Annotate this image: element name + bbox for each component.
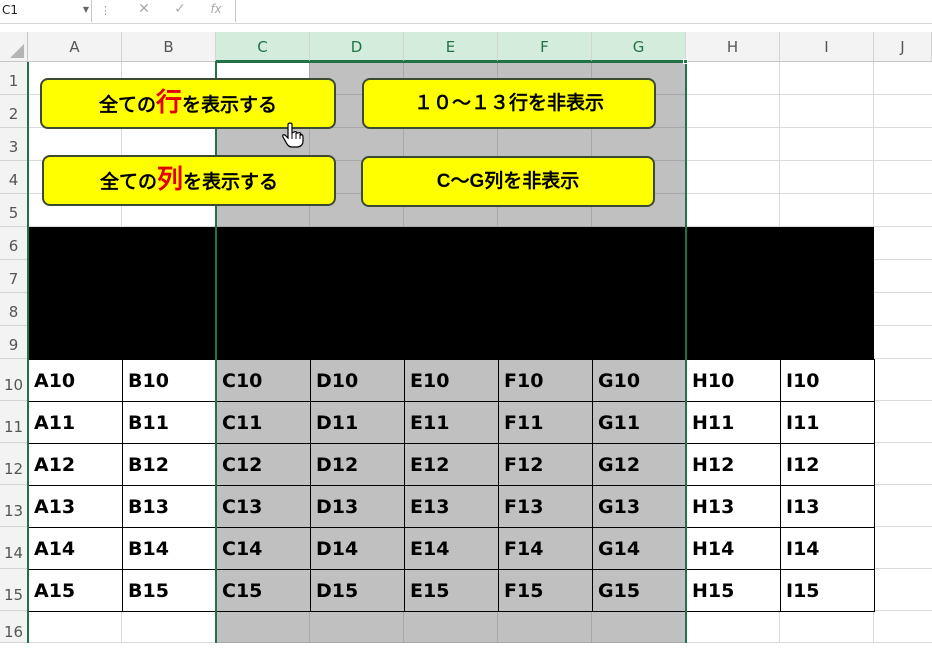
column-header-h[interactable]: H	[686, 32, 780, 62]
fx-icon[interactable]: fx	[204, 0, 228, 20]
row-header-9[interactable]: 9	[0, 326, 28, 359]
button-label: C～G列を非表示	[436, 171, 580, 192]
column-header-g[interactable]: G	[592, 32, 686, 62]
more-options-icon: ⋮	[100, 4, 111, 17]
hand-pointer-icon	[282, 122, 304, 148]
row-header-11[interactable]: 11	[0, 401, 28, 443]
column-header-e[interactable]: E	[404, 32, 498, 62]
button-label-pre: 全ての	[98, 94, 156, 116]
table-cell[interactable]: I13	[780, 485, 875, 528]
enter-icon[interactable]: ✓	[168, 0, 192, 20]
row-header-13[interactable]: 13	[0, 485, 28, 527]
row-header-15[interactable]: 15	[0, 569, 28, 611]
chevron-down-icon[interactable]: ▼	[80, 0, 92, 20]
table-cell[interactable]: A11	[28, 401, 123, 444]
row-header-3[interactable]: 3	[0, 128, 28, 161]
table-cell[interactable]: A13	[28, 485, 123, 528]
row-header-8[interactable]: 8	[0, 293, 28, 326]
table-cell[interactable]: A10	[28, 359, 123, 402]
table-cell[interactable]: H13	[686, 485, 781, 528]
table-cell[interactable]: B13	[122, 485, 217, 528]
table-cell[interactable]: B10	[122, 359, 217, 402]
hide-columns-c-g-button[interactable]: C～G列を非表示	[361, 156, 655, 207]
table-cell[interactable]: B11	[122, 401, 217, 444]
button-label-pre: 全ての	[99, 171, 157, 193]
column-header-i[interactable]: I	[780, 32, 874, 62]
formula-bar: C1 ▼ ⋮ ✕ ✓ fx	[0, 0, 932, 24]
show-all-columns-button[interactable]: 全ての列を表示する	[42, 155, 336, 206]
table-cell[interactable]: B12	[122, 443, 217, 486]
table-cell[interactable]: B15	[122, 569, 217, 612]
table-cell[interactable]: I12	[780, 443, 875, 486]
column-header-a[interactable]: A	[28, 32, 122, 62]
row-header-2[interactable]: 2	[0, 95, 28, 128]
fill-handle[interactable]	[683, 59, 688, 64]
formula-input[interactable]	[240, 0, 932, 22]
table-cell[interactable]: I15	[780, 569, 875, 612]
row-header-16[interactable]: 16	[0, 611, 28, 643]
row-header-10[interactable]: 10	[0, 359, 28, 401]
row-header-7[interactable]: 7	[0, 260, 28, 293]
button-label-highlight: 行	[155, 88, 182, 118]
column-header-j[interactable]: J	[874, 32, 932, 62]
button-label-post: を表示する	[183, 171, 279, 193]
hide-rows-10-13-button[interactable]: １０～１３行を非表示	[362, 78, 656, 129]
table-cell[interactable]: A14	[28, 527, 123, 570]
row-header-5[interactable]: 5	[0, 194, 28, 227]
table-cell[interactable]: I10	[780, 359, 875, 402]
table-cell[interactable]: H11	[686, 401, 781, 444]
select-all-triangle-icon	[10, 44, 24, 58]
select-all-corner[interactable]	[0, 32, 28, 62]
table-cell[interactable]: H10	[686, 359, 781, 402]
table-cell[interactable]: A12	[28, 443, 123, 486]
row-selection-indicator	[27, 62, 29, 643]
column-header-c[interactable]: C	[216, 32, 310, 62]
table-cell[interactable]: H14	[686, 527, 781, 570]
column-header-b[interactable]: B	[122, 32, 216, 62]
button-label-post: を表示する	[182, 94, 278, 116]
table-cell[interactable]: H12	[686, 443, 781, 486]
row-header-12[interactable]: 12	[0, 443, 28, 485]
row-header-1[interactable]: 1	[0, 62, 28, 95]
button-label-highlight: 列	[156, 165, 183, 195]
table-cell[interactable]: I11	[780, 401, 875, 444]
cancel-icon[interactable]: ✕	[132, 0, 156, 20]
table-cell[interactable]: A15	[28, 569, 123, 612]
row-header-14[interactable]: 14	[0, 527, 28, 569]
row-header-6[interactable]: 6	[0, 227, 28, 260]
row-header-4[interactable]: 4	[0, 161, 28, 194]
table-cell[interactable]: B14	[122, 527, 217, 570]
table-cell[interactable]: H15	[686, 569, 781, 612]
button-label: １０～１３行を非表示	[413, 92, 604, 114]
name-box[interactable]: C1	[0, 0, 92, 22]
column-header-f[interactable]: F	[498, 32, 592, 62]
formula-buttons: ✕ ✓ fx	[126, 0, 236, 22]
table-cell[interactable]: I14	[780, 527, 875, 570]
column-header-d[interactable]: D	[310, 32, 404, 62]
selection-border	[215, 61, 687, 643]
